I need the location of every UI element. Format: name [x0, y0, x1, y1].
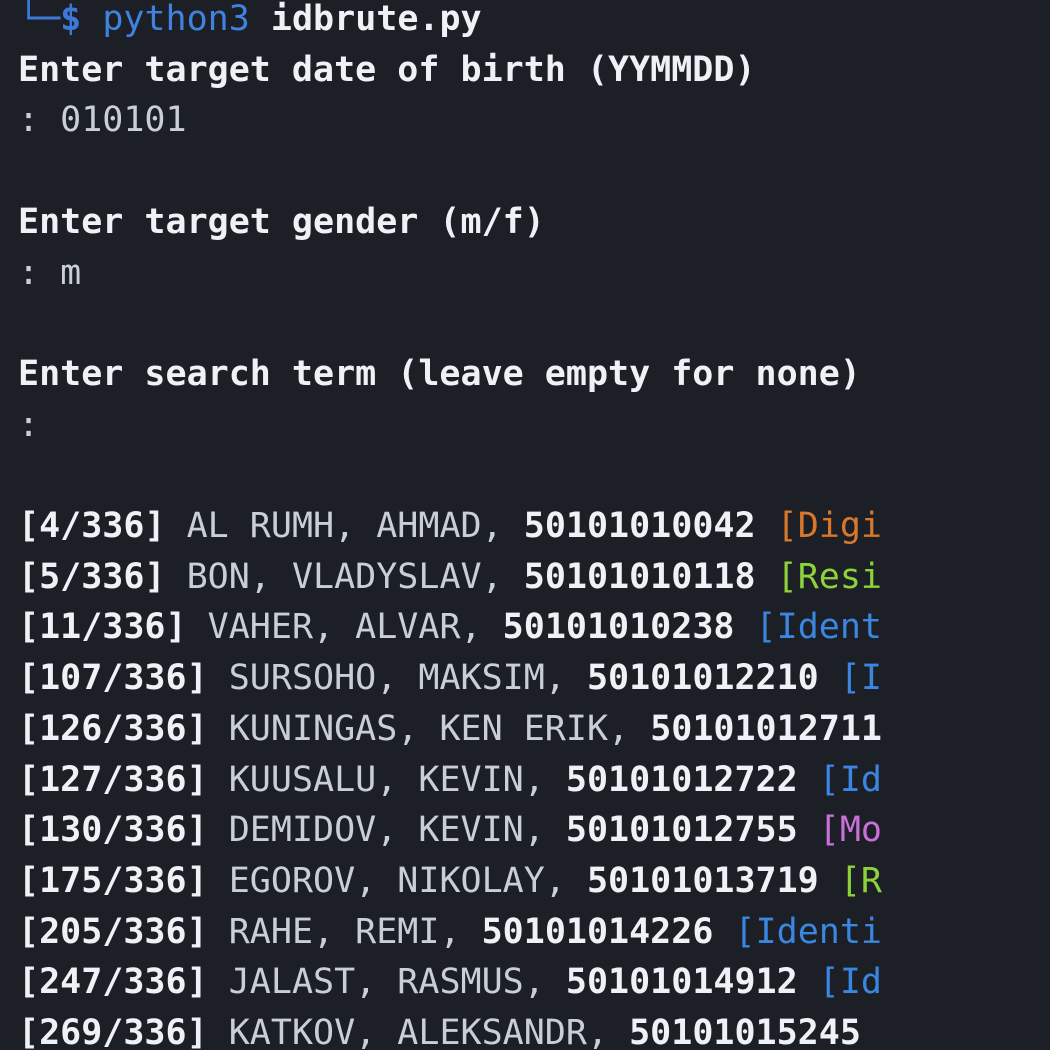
result-name: KUUSALU, KEVIN,: [228, 759, 545, 800]
prompt-question: Enter target gender (m/f): [18, 201, 545, 242]
result-id-code: 50101012722: [565, 759, 798, 800]
result-row: [127/336] KUUSALU, KEVIN, 50101012722 [I…: [18, 755, 882, 806]
result-document-tag: [Digi: [776, 506, 882, 546]
prompt-question: Enter search term (leave empty for none): [18, 353, 861, 394]
result-counter: [4/336]: [18, 506, 166, 546]
result-document-tag: [Ident: [755, 607, 882, 648]
result-row: [205/336] RAHE, REMI, 50101014226 [Ident…: [18, 907, 882, 958]
result-document-tag: [Mo: [818, 810, 882, 851]
result-row: [269/336] KATKOV, ALEKSANDR, 50101015245: [18, 1008, 882, 1050]
prompt-answer: :: [18, 404, 40, 445]
result-name: AL RUMH, AHMAD,: [186, 506, 503, 546]
result-name: EGOROV, NIKOLAY,: [228, 860, 566, 901]
result-document-tag: [Id: [818, 759, 882, 800]
result-document-tag: [Id: [818, 962, 882, 1003]
result-id-code: 50101012210: [586, 658, 819, 699]
result-row: [5/336] BON, VLADYSLAV, 50101010118 [Res…: [18, 552, 882, 603]
result-document-tag: [R: [839, 860, 882, 901]
result-id-code: 50101010238: [502, 607, 735, 648]
result-document-tag: [Resi: [776, 556, 882, 597]
result-id-code: 50101015245: [629, 1013, 861, 1050]
result-id-code: 50101012755: [565, 810, 798, 851]
result-id-code: 50101010042: [523, 506, 756, 546]
terminal-window[interactable]: └─$ python3 idbrute.py Enter target date…: [0, 0, 1050, 1050]
result-id-code: 50101012711: [650, 708, 882, 749]
command-line: └─$ python3 idbrute.py: [18, 0, 482, 45]
command-argument: idbrute.py: [270, 0, 482, 39]
result-name: RAHE, REMI,: [228, 911, 461, 952]
prompt-answer: : m: [18, 252, 82, 293]
result-id-code: 50101014226: [481, 911, 714, 952]
result-row: [126/336] KUNINGAS, KEN ERIK, 5010101271…: [18, 704, 903, 755]
result-name: KUNINGAS, KEN ERIK,: [228, 708, 630, 749]
result-document-tag: [I: [839, 658, 882, 699]
prompt-answer: : 010101: [18, 100, 187, 141]
result-name: KATKOV, ALEKSANDR,: [228, 1013, 609, 1050]
result-row: [175/336] EGOROV, NIKOLAY, 50101013719 […: [18, 856, 882, 907]
result-id-code: 50101010118: [523, 556, 756, 597]
result-counter: [127/336]: [18, 759, 208, 800]
result-name: JALAST, RASMUS,: [228, 962, 545, 1003]
result-id-code: 50101014912: [565, 962, 798, 1003]
result-row: [4/336] AL RUMH, AHMAD, 50101010042 [Dig…: [18, 501, 882, 552]
result-counter: [247/336]: [18, 962, 208, 1003]
prompt-dollar: $: [60, 0, 82, 39]
result-name: BON, VLADYSLAV,: [186, 556, 503, 597]
result-row: [107/336] SURSOHO, MAKSIM, 50101012210 […: [18, 653, 882, 704]
result-counter: [5/336]: [18, 556, 166, 597]
result-counter: [107/336]: [18, 658, 208, 699]
result-document-tag: [Identi: [734, 911, 882, 952]
command-name: python3: [102, 0, 250, 39]
result-counter: [130/336]: [18, 810, 208, 851]
result-name: SURSOHO, MAKSIM,: [228, 658, 566, 699]
result-counter: [126/336]: [18, 708, 208, 749]
result-row: [11/336] VAHER, ALVAR, 50101010238 [Iden…: [18, 602, 882, 653]
prompt-question: Enter target date of birth (YYMMDD): [18, 49, 756, 90]
result-counter: [11/336]: [18, 607, 187, 648]
prompt-corner-glyph: └─: [18, 0, 61, 39]
result-row: [130/336] DEMIDOV, KEVIN, 50101012755 [M…: [18, 805, 882, 856]
result-counter: [269/336]: [18, 1013, 208, 1050]
result-counter: [205/336]: [18, 911, 208, 952]
result-id-code: 50101013719: [586, 860, 819, 901]
result-name: VAHER, ALVAR,: [207, 607, 482, 648]
result-counter: [175/336]: [18, 860, 208, 901]
result-name: DEMIDOV, KEVIN,: [228, 810, 545, 851]
result-row: [247/336] JALAST, RASMUS, 50101014912 [I…: [18, 957, 882, 1008]
